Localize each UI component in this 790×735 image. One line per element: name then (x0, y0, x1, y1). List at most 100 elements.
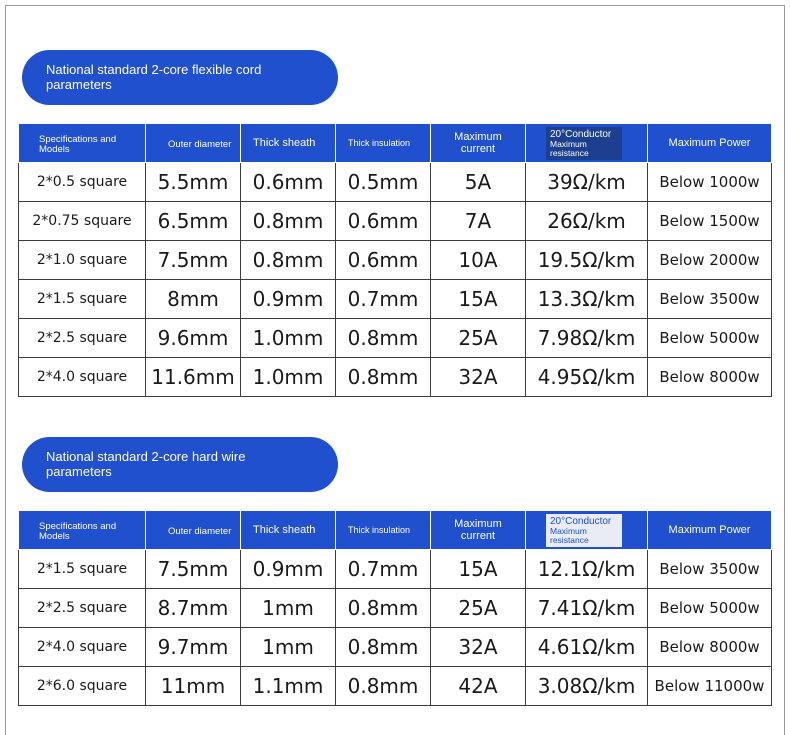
cell-max-power: Below 1500w (647, 201, 772, 241)
cell-spec: 2*1.5 square (18, 549, 146, 589)
table-row: 2*6.0 square 11mm 1.1mm 0.8mm 42A 3.08Ω/… (18, 666, 772, 706)
cell-max-current: 10A (430, 240, 526, 280)
cell-max-power: Below 5000w (647, 588, 772, 628)
cell-thick-sheath: 1mm (240, 588, 336, 628)
header-thick-insulation: Thick insulation (335, 510, 431, 550)
cell-max-current: 25A (430, 588, 526, 628)
hard-wire-table: Specifications and Models Outer diameter… (18, 510, 772, 706)
cell-resistance: 7.98Ω/km (525, 318, 648, 358)
cell-spec: 2*0.5 square (18, 162, 146, 202)
cell-max-power: Below 1000w (647, 162, 772, 202)
cell-max-current: 15A (430, 279, 526, 319)
cell-max-current: 42A (430, 666, 526, 706)
header-spec: Specifications and Models (18, 510, 146, 550)
cell-resistance: 39Ω/km (525, 162, 648, 202)
header-outer-diameter: Outer diameter (145, 510, 241, 550)
header-max-current: Maximum current (430, 510, 526, 550)
cell-max-current: 7A (430, 201, 526, 241)
resistance-header-box: 20°Conductor Maximum resistance (546, 513, 622, 547)
cell-max-power: Below 5000w (647, 318, 772, 358)
header-max-current: Maximum current (430, 123, 526, 163)
header-outer-diameter: Outer diameter (145, 123, 241, 163)
cell-resistance: 13.3Ω/km (525, 279, 648, 319)
cell-outer-diameter: 9.6mm (145, 318, 241, 358)
table-row: 2*0.5 square 5.5mm 0.6mm 0.5mm 5A 39Ω/km… (18, 162, 772, 202)
cell-spec: 2*1.5 square (18, 279, 146, 319)
table-row: 2*1.0 square 7.5mm 0.8mm 0.6mm 10A 19.5Ω… (18, 240, 772, 280)
cell-max-power: Below 3500w (647, 549, 772, 589)
cell-thick-sheath: 0.8mm (240, 240, 336, 280)
section-title-text: National standard 2-core hard wire param… (46, 449, 246, 479)
cell-thick-insulation: 0.8mm (335, 318, 431, 358)
table-row: 2*4.0 square 11.6mm 1.0mm 0.8mm 32A 4.95… (18, 357, 772, 397)
table-row: 2*0.75 square 6.5mm 0.8mm 0.6mm 7A 26Ω/k… (18, 201, 772, 241)
table-row: 2*2.5 square 9.6mm 1.0mm 0.8mm 25A 7.98Ω… (18, 318, 772, 358)
header-thick-sheath: Thick sheath (240, 123, 336, 163)
header-resistance: 20°Conductor Maximum resistance (525, 510, 648, 550)
cell-max-power: Below 8000w (647, 357, 772, 397)
cell-resistance: 12.1Ω/km (525, 549, 648, 589)
header-resistance: 20°Conductor Maximum resistance (525, 123, 648, 163)
cell-outer-diameter: 11mm (145, 666, 241, 706)
cell-thick-sheath: 1mm (240, 627, 336, 667)
cell-thick-sheath: 1.0mm (240, 318, 336, 358)
cell-resistance: 26Ω/km (525, 201, 648, 241)
resistance-header-top: 20°Conductor (550, 515, 612, 527)
resistance-header-top: 20°Conductor (550, 128, 612, 140)
resistance-header-bottom: Maximum resistance (550, 138, 589, 158)
header-max-power: Maximum Power (647, 510, 772, 550)
cell-max-current: 32A (430, 357, 526, 397)
cell-thick-sheath: 0.9mm (240, 549, 336, 589)
cell-thick-insulation: 0.7mm (335, 549, 431, 589)
header-thick-insulation: Thick insulation (335, 123, 431, 163)
cell-outer-diameter: 5.5mm (145, 162, 241, 202)
cell-max-current: 5A (430, 162, 526, 202)
cell-max-power: Below 8000w (647, 627, 772, 667)
cell-outer-diameter: 7.5mm (145, 549, 241, 589)
cell-thick-insulation: 0.7mm (335, 279, 431, 319)
cell-max-current: 15A (430, 549, 526, 589)
cell-outer-diameter: 9.7mm (145, 627, 241, 667)
cell-spec: 2*2.5 square (18, 588, 146, 628)
cell-max-power: Below 2000w (647, 240, 772, 280)
cell-max-power: Below 3500w (647, 279, 772, 319)
table-header-row: Specifications and Models Outer diameter… (18, 123, 772, 163)
cell-outer-diameter: 8mm (145, 279, 241, 319)
section-title-flexible-cord: National standard 2-core flexible cord p… (22, 50, 338, 105)
cell-spec: 2*6.0 square (18, 666, 146, 706)
cell-max-current: 32A (430, 627, 526, 667)
cell-spec: 2*0.75 square (18, 201, 146, 241)
cell-thick-insulation: 0.6mm (335, 201, 431, 241)
cell-outer-diameter: 8.7mm (145, 588, 241, 628)
cell-max-power: Below 11000w (647, 666, 772, 706)
cell-outer-diameter: 7.5mm (145, 240, 241, 280)
cell-spec: 2*2.5 square (18, 318, 146, 358)
cell-resistance: 3.08Ω/km (525, 666, 648, 706)
cell-spec: 2*1.0 square (18, 240, 146, 280)
cell-thick-insulation: 0.5mm (335, 162, 431, 202)
header-spec: Specifications and Models (18, 123, 146, 163)
cell-outer-diameter: 11.6mm (145, 357, 241, 397)
cell-spec: 2*4.0 square (18, 357, 146, 397)
cell-thick-insulation: 0.8mm (335, 666, 431, 706)
cell-resistance: 7.41Ω/km (525, 588, 648, 628)
cell-spec: 2*4.0 square (18, 627, 146, 667)
cell-thick-sheath: 0.6mm (240, 162, 336, 202)
table-header-row: Specifications and Models Outer diameter… (18, 510, 772, 550)
table-row: 2*4.0 square 9.7mm 1mm 0.8mm 32A 4.61Ω/k… (18, 627, 772, 667)
table-row: 2*1.5 square 7.5mm 0.9mm 0.7mm 15A 12.1Ω… (18, 549, 772, 589)
resistance-header-box: 20°Conductor Maximum resistance (546, 126, 622, 160)
section-title-text: National standard 2-core flexible cord p… (46, 62, 262, 92)
cell-resistance: 19.5Ω/km (525, 240, 648, 280)
cell-max-current: 25A (430, 318, 526, 358)
header-thick-sheath: Thick sheath (240, 510, 336, 550)
table-row: 2*1.5 square 8mm 0.9mm 0.7mm 15A 13.3Ω/k… (18, 279, 772, 319)
cell-outer-diameter: 6.5mm (145, 201, 241, 241)
cell-thick-insulation: 0.8mm (335, 588, 431, 628)
cell-thick-insulation: 0.8mm (335, 627, 431, 667)
cell-thick-insulation: 0.6mm (335, 240, 431, 280)
cell-thick-sheath: 1.0mm (240, 357, 336, 397)
flexible-cord-table: Specifications and Models Outer diameter… (18, 123, 772, 397)
cell-thick-insulation: 0.8mm (335, 357, 431, 397)
cell-resistance: 4.61Ω/km (525, 627, 648, 667)
